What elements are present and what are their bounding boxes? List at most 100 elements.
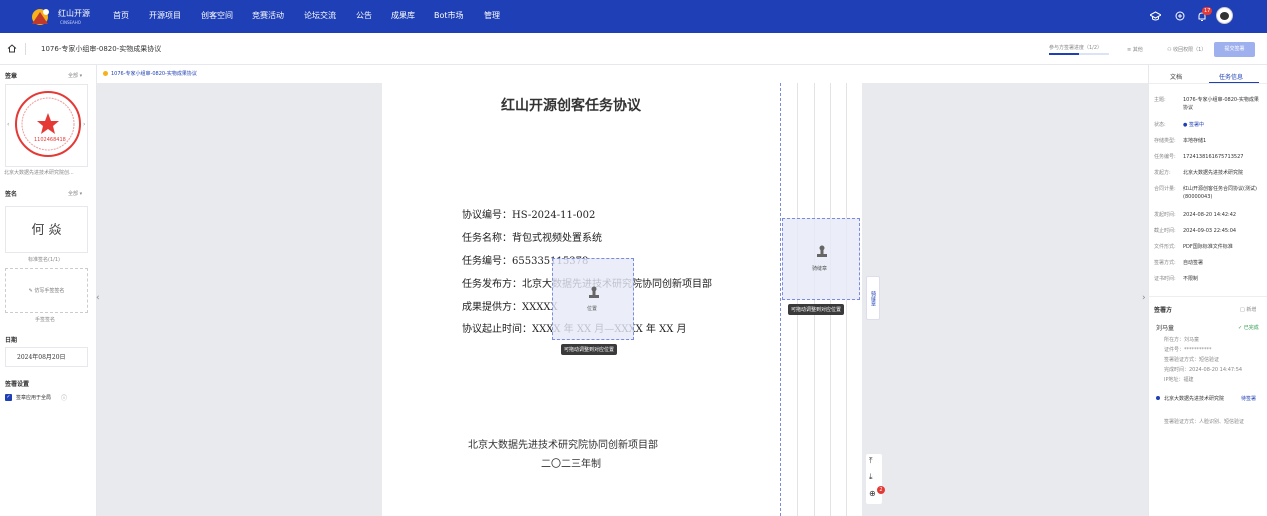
logo-icon[interactable] [30,6,54,26]
riding-seal-label: 骑缝章 [812,266,828,272]
stamp-icon [589,286,599,298]
seal-name: 北京大数据先进技术研究院创... [4,170,74,176]
notification-badge: 17 [1202,7,1213,15]
document-title-heading: 红山开源创客任务协议 [501,98,641,114]
logo-subtext: CINSEAHO [60,20,81,25]
signer-dot-icon [1156,396,1160,400]
task-info-key: 文件形式: [1154,244,1176,250]
signature-section-title: 签名 [5,191,18,198]
signer-detail: 证件号：*********** [1164,347,1212,353]
apply-global-label: 签章应用于全局 [16,395,52,401]
task-info-row: 文件形式: PDF国际标准文件标准 [1154,243,1264,250]
doc-line: 协议编号：HS-2024-11-002 [462,210,596,221]
info-icon[interactable]: ⓘ [61,393,67,402]
task-info-value: 本地存储1 [1183,138,1207,144]
task-info-row: 发起时间: 2024-08-20 14:42:42 [1154,211,1264,218]
scroll-top-icon[interactable]: ⤒ [869,456,873,466]
handwritten-signature-button[interactable]: ✎ 仿写手签签名 [5,268,88,313]
add-signer-button[interactable]: □ 新增 [1240,306,1256,313]
company-seal-image [15,91,81,157]
locate-icon[interactable]: ⊕ [869,489,876,498]
right-panel: 文档 任务信息 [1148,65,1267,516]
tab-divider [1149,83,1267,84]
seal-prev-arrow-icon[interactable]: ‹ [7,121,9,128]
drag-tooltip: 可拖动调整到对应位置 [561,344,618,355]
settings-section-title: 签署设置 [5,381,30,388]
task-info-row: 签署方式: 自动签署 [1154,259,1264,266]
task-info-row: 状态: ● 签署中 [1154,121,1264,128]
logo-text: 红山开源 [58,9,90,18]
seal-number: 1102468418 [34,137,66,143]
drag-tooltip: 可拖动调整到对应位置 [788,304,845,315]
signer-status-badge: ✓ 已完成 [1238,325,1259,331]
signer-name: 刘马童 [1156,325,1175,332]
date-section-title: 日期 [5,337,18,344]
nav-home[interactable]: 首页 [113,10,129,21]
task-info-key: 发起方: [1154,170,1171,176]
doc-line: 成果提供方：XXXXX [462,302,558,313]
nav-maker-space[interactable]: 创客空间 [201,10,233,21]
collapse-left-arrow-icon[interactable]: ‹ [96,293,100,303]
add-circle-icon[interactable] [1175,11,1185,21]
doc-footer-org: 北京大数据先进技术研究院协同创新项目部 [468,440,658,451]
home-icon[interactable] [7,44,17,53]
seal-placeholder[interactable]: 位置 [552,258,634,340]
task-info-row: 合同计量: 红山开源创客任务合同协议(测试)(80000043) [1154,185,1264,200]
top-navigation-bar: 红山开源 CINSEAHO 首页 开源项目 创客空间 竞赛活动 论坛交流 公告 … [0,0,1267,33]
notice-bar: 1076-专家小组审-0820-实物成果协议 [97,65,1148,83]
task-info-row: 发起方: 北京大数据先进技术研究院 [1154,169,1264,176]
nav-bot-market[interactable]: Bot市场 [434,10,464,21]
signer-detail: 所在方：刘马童 [1164,337,1200,343]
task-info-value: 不限制 [1183,276,1199,282]
signer-detail: 完成时间：2024-08-20 14:47:54 [1164,367,1243,373]
submit-sign-button[interactable]: 提交签署 [1214,42,1255,57]
nav-admin[interactable]: 管理 [484,10,500,21]
download-icon[interactable]: ⤓ [869,472,873,482]
nav-announcements[interactable]: 公告 [356,10,372,21]
task-info-row: 证书时间: 不限制 [1154,275,1264,282]
task-info-key: 截止时间: [1154,228,1176,234]
graduation-cap-icon[interactable] [1150,11,1161,21]
sign-progress-bar [1049,53,1109,55]
date-stamp-card[interactable]: 2024年08月20日 [5,347,88,367]
avatar[interactable] [1216,7,1233,24]
notice-dot-icon [103,71,108,76]
riding-seal-side-button[interactable]: 骑缝章 [866,276,880,320]
nav-achievements[interactable]: 成果库 [391,10,415,21]
seal-filter-dropdown[interactable]: 全部 ▾ [68,72,82,79]
nav-competitions[interactable]: 竞赛活动 [252,10,284,21]
doc-line: 任务名称：背包式视频处置系统 [462,233,602,244]
stamp-icon [817,245,827,257]
apply-global-checkbox[interactable]: ✓ [5,394,12,401]
riding-seal-placeholder[interactable]: 骑缝章 [782,218,860,300]
seal-next-arrow-icon[interactable]: › [83,121,85,128]
task-info-key: 签署方式: [1154,260,1176,266]
standard-signature-card[interactable]: 何 焱 [5,206,88,253]
tab-task-info[interactable]: 任务信息 [1219,72,1243,81]
task-info-value: 2024-08-20 14:42:42 [1183,212,1237,218]
document-title: 1076-专家小组审-0820-实物成果协议 [41,45,162,53]
collapse-right-arrow-icon[interactable]: › [1142,293,1146,303]
task-info-key: 状态: [1154,122,1166,128]
nav-forum[interactable]: 论坛交流 [304,10,336,21]
revoke-rights-button[interactable]: ⚇ 收回权限（1） [1167,46,1206,53]
placeholder-label: 位置 [587,306,598,312]
task-info-row: 主题: 1076-专家小组审-0820-实物成果协议 [1154,96,1264,111]
task-info-row: 存储类型: 本地存储1 [1154,137,1264,144]
signers-title: 签署方 [1154,307,1173,314]
tab-document[interactable]: 文档 [1170,72,1182,81]
signer-detail: 签署验证方式：短信验证 [1164,357,1220,363]
other-button[interactable]: ≡ 其他 [1127,46,1143,53]
task-info-value: 2024-09-03 22:45:04 [1183,228,1237,234]
page-tools: ⤒ ⤓ ⊕ 2 [866,454,885,504]
nav-open-projects[interactable]: 开源项目 [149,10,181,21]
task-info-key: 合同计量: [1154,186,1176,192]
seal-section-title: 签章 [5,73,18,80]
task-info-value: 1076-专家小组审-0820-实物成果协议 [1183,97,1259,111]
task-info-row: 截止时间: 2024-09-03 22:45:04 [1154,227,1264,234]
seal-card[interactable]: 1102468418 ‹ › [5,84,88,167]
notice-text[interactable]: 1076-专家小组审-0820-实物成果协议 [111,70,197,77]
task-info-value: 红山开源创客任务合同协议(测试)(80000043) [1183,186,1257,200]
signature-filter-dropdown[interactable]: 全部 ▾ [68,190,82,197]
section-divider [1148,296,1267,297]
